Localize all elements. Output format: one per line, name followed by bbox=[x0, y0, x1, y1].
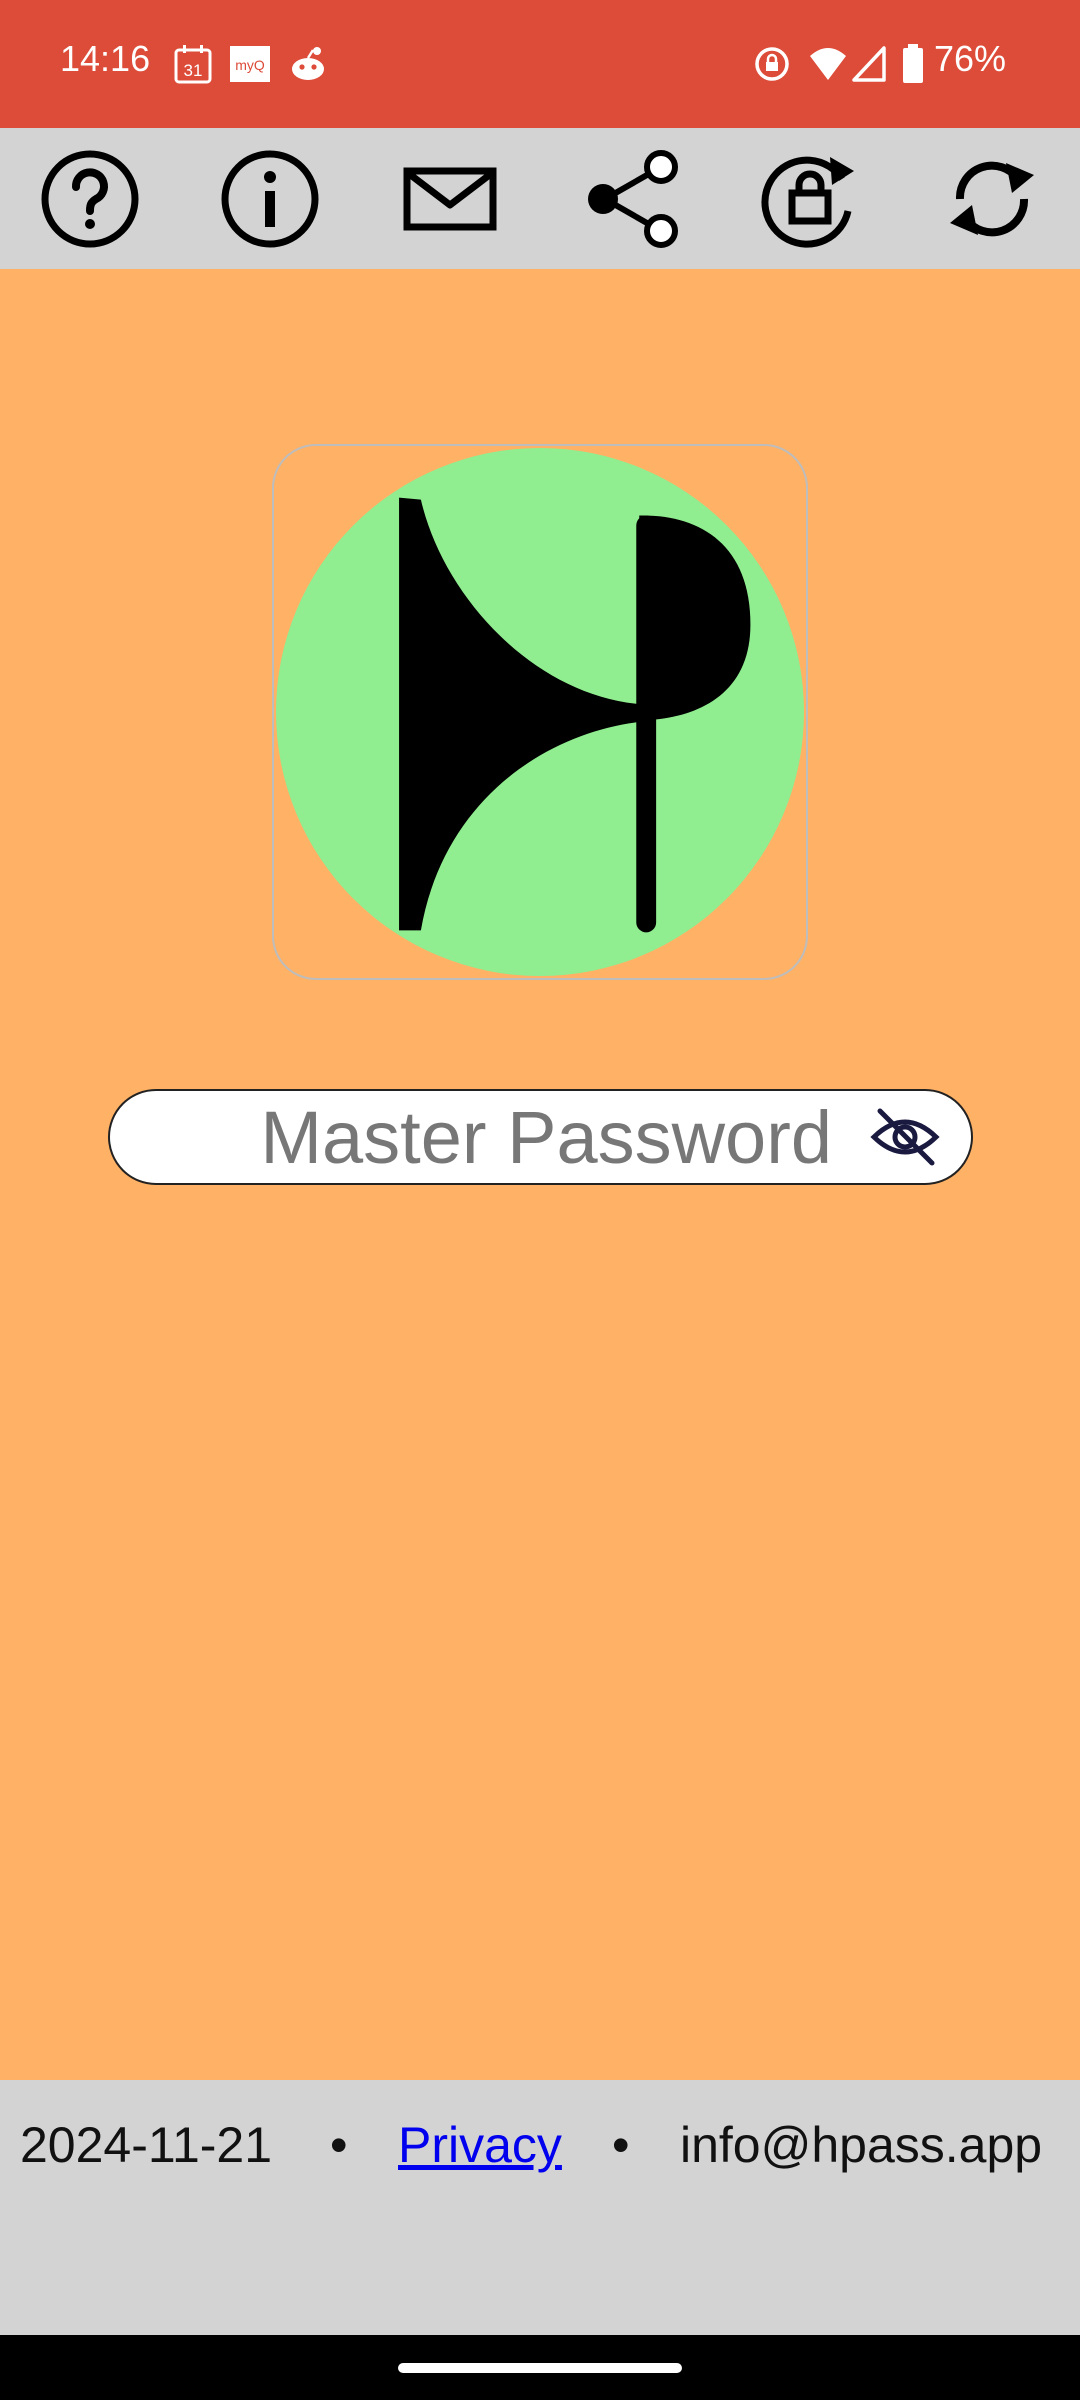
home-gesture-handle[interactable] bbox=[398, 2363, 682, 2373]
toolbar bbox=[0, 128, 1080, 269]
help-button[interactable] bbox=[35, 144, 145, 254]
info-icon bbox=[221, 150, 319, 248]
share-icon bbox=[588, 150, 678, 248]
footer-date: 2024-11-21 bbox=[20, 2117, 273, 2173]
status-bar: 14:16 31 myQ 76% bbox=[0, 0, 1080, 128]
calendar-day: 31 bbox=[184, 61, 203, 80]
help-icon bbox=[41, 150, 139, 248]
share-button[interactable] bbox=[578, 144, 688, 254]
refresh-button[interactable] bbox=[937, 144, 1047, 254]
mail-icon bbox=[403, 167, 497, 231]
rotate-lock-icon bbox=[755, 47, 789, 81]
refresh-icon bbox=[950, 161, 1034, 237]
myq-label: myQ bbox=[235, 57, 265, 73]
footer-separator: • bbox=[330, 2117, 348, 2173]
lock-rotate-icon bbox=[761, 156, 854, 248]
battery-icon bbox=[903, 44, 923, 83]
master-password-field bbox=[108, 1089, 973, 1185]
myq-icon: myQ bbox=[230, 46, 270, 82]
reddit-icon bbox=[292, 47, 324, 80]
master-password-input[interactable] bbox=[130, 1091, 950, 1183]
privacy-link[interactable]: Privacy bbox=[398, 2116, 562, 2174]
lock-rotate-button[interactable] bbox=[755, 144, 865, 254]
system-nav-bar bbox=[0, 2335, 1080, 2400]
wifi-icon bbox=[810, 48, 846, 80]
hpass-logo-icon bbox=[275, 447, 805, 977]
calendar-icon: 31 bbox=[174, 45, 212, 84]
cell-signal-icon bbox=[852, 46, 886, 82]
status-time: 14:16 bbox=[60, 38, 151, 79]
eye-off-icon[interactable] bbox=[870, 1105, 940, 1169]
app-screen: 14:16 31 myQ 76% 2024-11-21 • Privacy • … bbox=[0, 0, 1080, 2400]
mail-button[interactable] bbox=[395, 144, 505, 254]
footer: 2024-11-21 • Privacy • info@hpass.app bbox=[0, 2080, 1080, 2335]
app-logo bbox=[272, 444, 808, 980]
info-button[interactable] bbox=[215, 144, 325, 254]
footer-separator: • bbox=[612, 2117, 630, 2173]
battery-percent: 76% bbox=[934, 38, 1007, 79]
contact-email[interactable]: info@hpass.app bbox=[680, 2116, 1042, 2174]
